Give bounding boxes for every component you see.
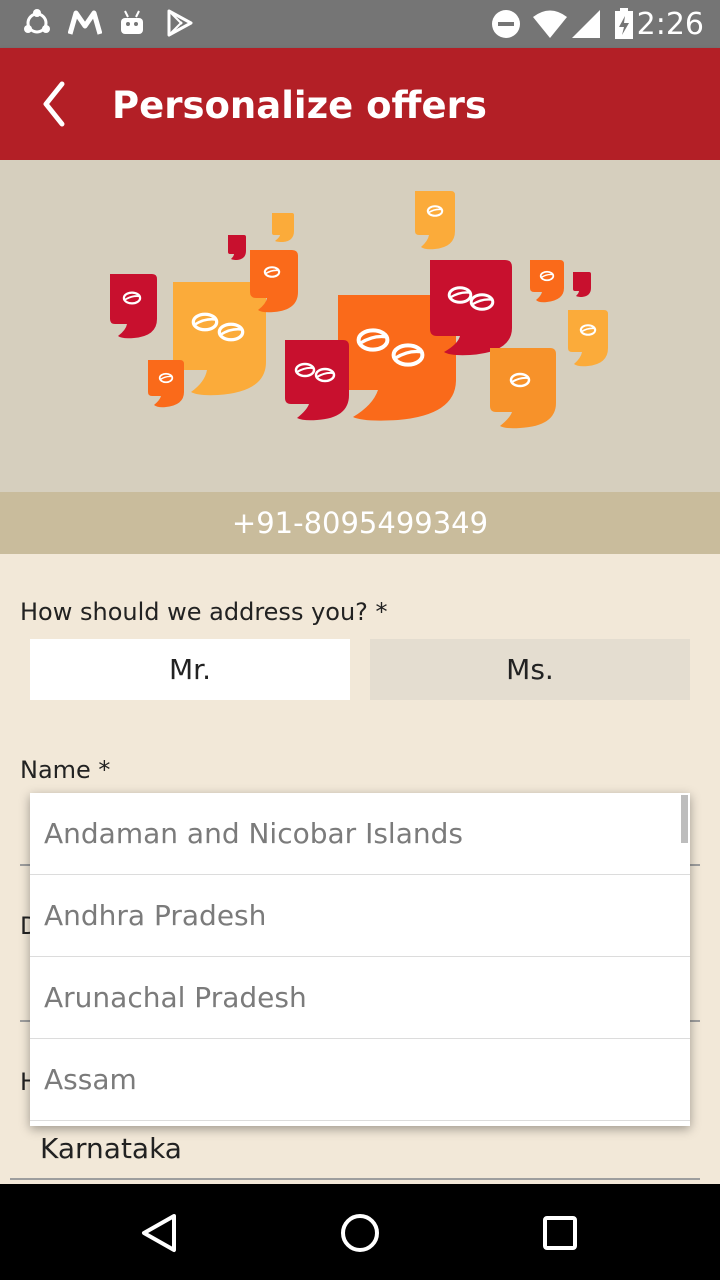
state-field[interactable]: Karnataka: [40, 1132, 182, 1165]
phone-number: +91-8095499349: [0, 492, 720, 554]
salutation-ms-button[interactable]: Ms.: [370, 639, 690, 700]
dropdown-option[interactable]: Andhra Pradesh: [30, 875, 690, 957]
status-time: 2:26: [636, 7, 704, 42]
coffee-quote-bubbles-illustration: [110, 191, 608, 429]
dropdown-option[interactable]: Arunachal Pradesh: [30, 957, 690, 1039]
signal-icon: [570, 8, 602, 45]
dropdown-option[interactable]: Andaman and Nicobar Islands: [30, 793, 690, 875]
page-title: Personalize offers: [112, 84, 487, 127]
chevron-left-icon: [43, 81, 65, 127]
navigation-bar: [0, 1184, 720, 1280]
do-not-disturb-icon: [490, 8, 522, 45]
address-label: How should we address you? *: [20, 598, 388, 626]
sync-icon: [22, 8, 52, 43]
wifi-icon: [532, 8, 568, 45]
android-icon: [118, 8, 146, 43]
battery-icon: [613, 8, 635, 45]
m-app-icon: [67, 8, 103, 43]
play-store-icon: [165, 8, 195, 43]
banner: [0, 160, 720, 492]
nav-recents-icon[interactable]: [530, 1202, 590, 1262]
salutation-mr-button[interactable]: Mr.: [30, 639, 350, 700]
nav-back-icon[interactable]: [130, 1202, 190, 1262]
state-dropdown[interactable]: Andaman and Nicobar Islands Andhra Prade…: [30, 793, 690, 1126]
back-button[interactable]: [30, 78, 82, 130]
app-bar: Personalize offers: [0, 48, 720, 160]
dropdown-option[interactable]: Assam: [30, 1039, 690, 1121]
name-label: Name *: [20, 756, 111, 784]
state-field-underline: [10, 1178, 700, 1180]
dropdown-scrollbar[interactable]: [681, 795, 688, 843]
nav-home-icon[interactable]: [330, 1202, 390, 1262]
status-bar: 2:26: [0, 0, 720, 48]
